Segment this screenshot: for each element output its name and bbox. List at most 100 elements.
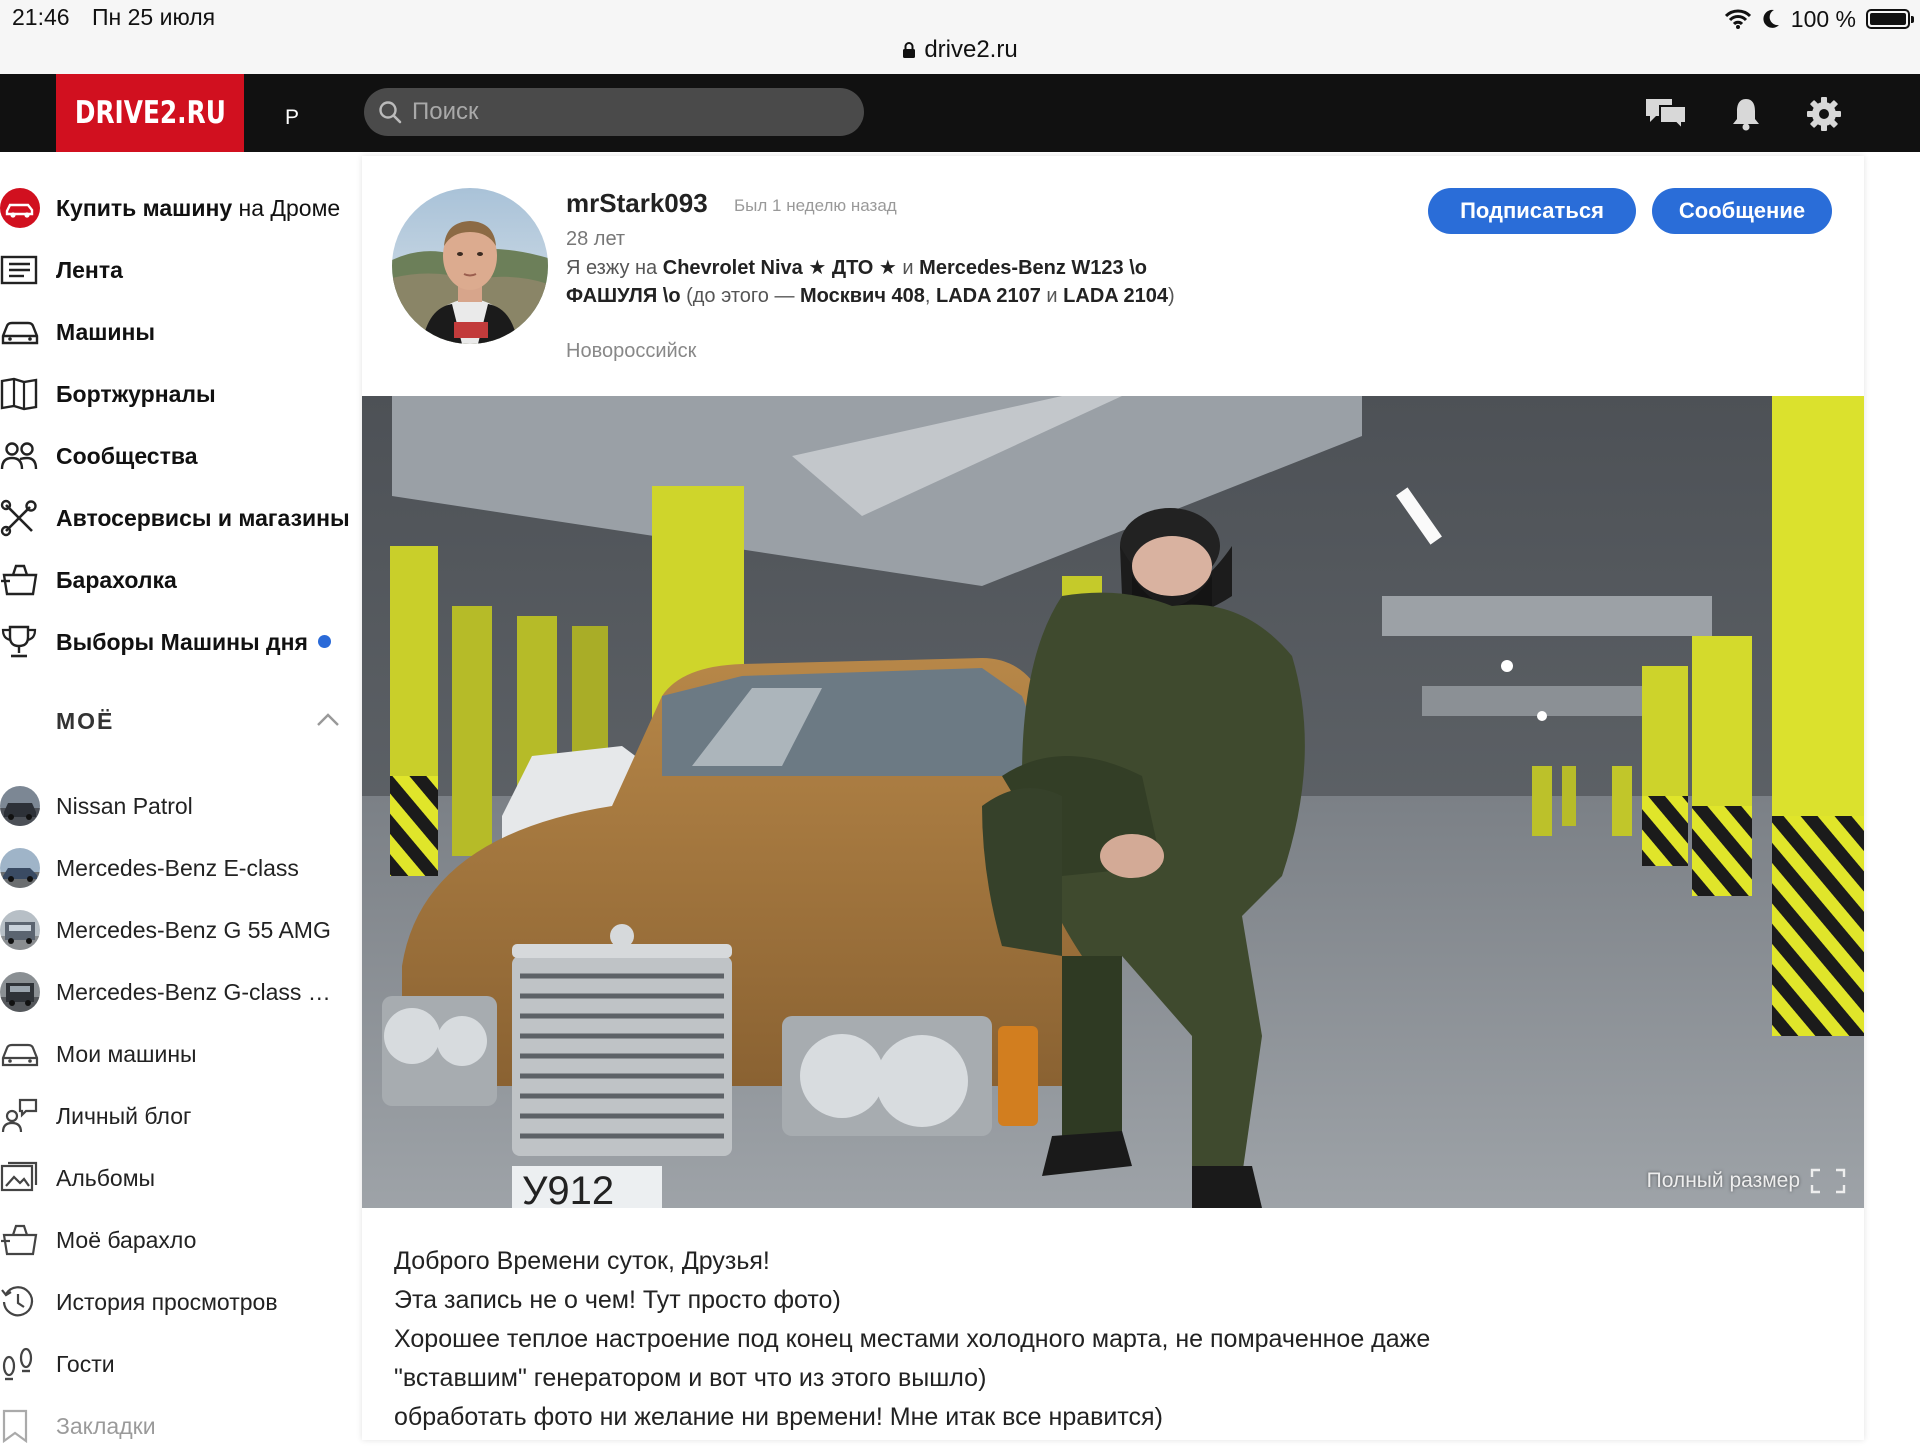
svg-text:У912: У912 xyxy=(522,1169,614,1208)
sidebar-item-label: Мои машины xyxy=(56,1040,197,1067)
blog-icon xyxy=(0,1095,42,1137)
post-text: Доброго Времени суток, Друзья! Эта запис… xyxy=(394,1242,1794,1437)
notification-dot xyxy=(317,634,331,648)
profile-username[interactable]: mrStark093 xyxy=(566,188,708,219)
sidebar-item-sublabel: на Дроме xyxy=(232,194,341,221)
sidebar-item-mercedes-g55[interactable]: Mercedes-Benz G 55 AMG xyxy=(0,906,331,954)
sidebar-item-bookmarks[interactable]: Закладки xyxy=(0,1402,156,1450)
search-box[interactable] xyxy=(364,88,864,136)
my-cars-icon xyxy=(0,1033,42,1075)
sidebar-item-my-market[interactable]: Моё барахло xyxy=(0,1216,196,1264)
bookmark-icon xyxy=(0,1405,42,1447)
feed-icon xyxy=(0,249,42,291)
post-photo[interactable]: У912 Полный размер xyxy=(362,396,1864,1208)
post-line: Эта запись не о чем! Тут просто фото) xyxy=(394,1286,841,1314)
post-line: обработать фото ни желание ни времени! М… xyxy=(394,1403,1163,1431)
profile-bio: Я езжу на Chevrolet Niva ★ ДТО ★ и Merce… xyxy=(566,257,1175,307)
car-link[interactable]: Москвич 408 xyxy=(800,285,925,307)
gear-icon[interactable] xyxy=(1802,92,1846,136)
chevron-up-icon[interactable] xyxy=(316,712,340,728)
sidebar-item-label: Гости xyxy=(56,1350,115,1377)
logbook-icon xyxy=(0,373,42,415)
expand-icon xyxy=(1810,1168,1846,1194)
sidebar-item-albums[interactable]: Альбомы xyxy=(0,1154,155,1202)
url-text: drive2.ru xyxy=(924,36,1018,63)
history-icon xyxy=(0,1281,42,1323)
moon-icon xyxy=(1763,9,1779,28)
sidebar-item-label: Купить машину xyxy=(56,194,233,221)
section-title-my: МОЁ xyxy=(56,708,115,734)
sidebar-item-label: Автосервисы и магазины xyxy=(56,504,350,531)
sidebar-item-guests[interactable]: Гости xyxy=(0,1340,115,1388)
messages-icon[interactable] xyxy=(1644,92,1688,136)
sidebar-item-label: Машины xyxy=(56,318,156,345)
sidebar-item-label: Барахолка xyxy=(56,566,177,593)
sidebar-item-buy-car[interactable]: Купить машину на Дроме xyxy=(0,184,340,232)
sidebar-item-label: Моё барахло xyxy=(56,1226,197,1253)
fullsize-button[interactable]: Полный размер xyxy=(1647,1168,1846,1194)
search-icon xyxy=(379,101,402,124)
address-bar[interactable]: drive2.ru xyxy=(0,36,1920,64)
drom-icon xyxy=(0,187,42,229)
sidebar-item-label: Лента xyxy=(56,256,123,283)
car-icon xyxy=(0,311,42,353)
sidebar-item-label: Альбомы xyxy=(56,1164,156,1191)
car-thumb-image xyxy=(0,972,40,1012)
fullsize-label: Полный размер xyxy=(1646,1169,1800,1192)
profile-city[interactable]: Новороссийск xyxy=(566,340,696,363)
car-link[interactable]: LADA 2107 xyxy=(936,285,1041,307)
sidebar-item-market[interactable]: Барахолка xyxy=(0,556,177,604)
status-indicators: 100 % xyxy=(1724,4,1914,34)
sidebar-item-label: Сообщества xyxy=(56,442,198,469)
lock-icon xyxy=(903,42,916,58)
car-thumb-image xyxy=(0,848,40,888)
trophy-icon xyxy=(0,621,42,663)
profile-card: mrStark093 Был 1 неделю назад 28 лет Я е… xyxy=(362,156,1864,1440)
sidebar-item-label: Mercedes-Benz G 55 AMG xyxy=(56,916,331,943)
status-date: Пн 25 июля xyxy=(92,4,216,30)
sidebar-item-nissan-patrol[interactable]: Nissan Patrol xyxy=(0,782,193,830)
sidebar-item-label: Выборы Машины дня xyxy=(56,628,308,655)
post-line: "вставшим" генератором и вот что из этог… xyxy=(394,1364,987,1392)
last-seen: Был 1 неделю назад xyxy=(734,196,897,215)
sidebar: Купить машину на Дроме Лента Машины Борт… xyxy=(0,152,350,1443)
car-link[interactable]: Chevrolet Niva ★ ДТО ★ xyxy=(663,257,897,279)
profile-age: 28 лет xyxy=(566,228,626,250)
tools-icon xyxy=(0,497,42,539)
sidebar-item-my-cars[interactable]: Мои машины xyxy=(0,1030,197,1078)
sidebar-item-label: Закладки xyxy=(56,1412,156,1439)
drive2-logo[interactable]: DRIVE2.RU xyxy=(56,74,244,152)
sidebar-item-personal-blog[interactable]: Личный блог xyxy=(0,1092,191,1140)
sidebar-item-communities[interactable]: Сообщества xyxy=(0,432,198,480)
sidebar-item-services[interactable]: Автосервисы и магазины xyxy=(0,494,350,542)
sidebar-item-view-history[interactable]: История просмотров xyxy=(0,1278,278,1326)
post-line: Хорошее теплое настроение под конец мест… xyxy=(394,1325,1431,1353)
sidebar-item-mercedes-e-class[interactable]: Mercedes-Benz E-class xyxy=(0,844,299,892)
bell-icon[interactable] xyxy=(1724,92,1768,136)
post-line: Доброго Времени суток, Друзья! xyxy=(394,1247,770,1275)
sidebar-item-logbooks[interactable]: Бортжурналы xyxy=(0,370,216,418)
car-thumb-image xyxy=(0,786,40,826)
sidebar-item-label: Nissan Patrol xyxy=(56,792,193,819)
sidebar-item-car-of-day[interactable]: Выборы Машины дня xyxy=(0,618,331,666)
car-thumb-image xyxy=(0,910,40,950)
user-menu[interactable]: Р xyxy=(272,98,312,138)
site-header: DRIVE2.RU Р xyxy=(0,74,1920,152)
battery-percent: 100 % xyxy=(1790,5,1856,32)
status-time: 21:46 xyxy=(12,4,70,30)
search-input[interactable] xyxy=(410,97,834,127)
sidebar-item-mercedes-g-class[interactable]: Mercedes-Benz G-class … xyxy=(0,968,331,1016)
sidebar-item-label: Бортжурналы xyxy=(56,380,216,407)
sidebar-item-label: История просмотров xyxy=(56,1288,278,1315)
car-link[interactable]: LADA 2104 xyxy=(1063,285,1168,307)
battery-icon xyxy=(1866,9,1914,29)
sidebar-item-feed[interactable]: Лента xyxy=(0,246,123,294)
footprints-icon xyxy=(0,1343,42,1385)
sidebar-item-cars[interactable]: Машины xyxy=(0,308,155,356)
market-icon xyxy=(0,559,42,601)
subscribe-button[interactable]: Подписаться xyxy=(1428,188,1636,234)
message-button[interactable]: Сообщение xyxy=(1652,188,1832,234)
people-icon xyxy=(0,435,42,477)
sidebar-item-label: Mercedes-Benz E-class xyxy=(56,854,299,881)
avatar[interactable] xyxy=(392,188,548,344)
